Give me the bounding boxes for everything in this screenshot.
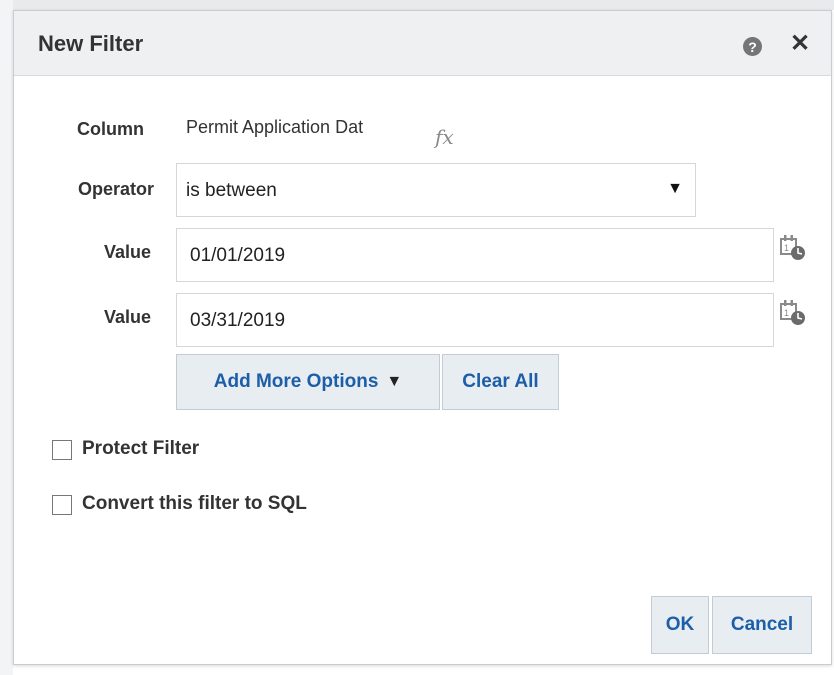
value2-label: Value (103, 307, 151, 327)
svg-text:1: 1 (784, 243, 789, 253)
value2-input[interactable]: 03/31/2019 (176, 293, 774, 347)
operator-value: is between (186, 180, 277, 201)
background-page (0, 0, 834, 10)
value1-input[interactable]: 01/01/2019 (176, 228, 774, 282)
operator-label: Operator (77, 179, 154, 199)
cancel-button[interactable]: Cancel (712, 596, 812, 654)
dialog-title: New Filter (38, 31, 144, 56)
column-label: Column (77, 119, 144, 139)
column-value: Permit Application Dat (176, 102, 436, 152)
value2-text: 03/31/2019 (190, 310, 286, 331)
value1-label: Value (103, 242, 151, 262)
convert-sql-checkbox[interactable] (52, 495, 72, 515)
chevron-down-icon: ▼ (386, 373, 403, 390)
svg-text:1: 1 (784, 308, 789, 318)
convert-sql-label[interactable]: Convert this filter to SQL (82, 493, 307, 515)
help-glyph: ? (748, 38, 757, 55)
background-edge (0, 0, 13, 675)
calendar-clock-icon[interactable]: 1 (778, 233, 808, 263)
dialog-header: New Filter ? ✕ (14, 11, 831, 76)
protect-filter-checkbox[interactable] (52, 440, 72, 460)
calendar-clock-icon[interactable]: 1 (778, 298, 808, 328)
chevron-down-icon: ▼ (667, 180, 683, 197)
help-icon[interactable]: ? (743, 37, 762, 56)
ok-button[interactable]: OK (651, 596, 709, 654)
operator-select[interactable]: is between ▼ (176, 163, 696, 217)
clear-all-button[interactable]: Clear All (442, 354, 559, 410)
value1-text: 01/01/2019 (190, 245, 286, 266)
add-more-options-button[interactable]: Add More Options ▼ (176, 354, 440, 410)
formula-icon[interactable]: fx (435, 125, 454, 149)
protect-filter-label[interactable]: Protect Filter (82, 438, 199, 460)
close-icon[interactable]: ✕ (790, 29, 810, 58)
new-filter-dialog: New Filter ? ✕ Column Permit Application… (13, 10, 832, 665)
add-more-options-label: Add More Options (213, 371, 379, 392)
